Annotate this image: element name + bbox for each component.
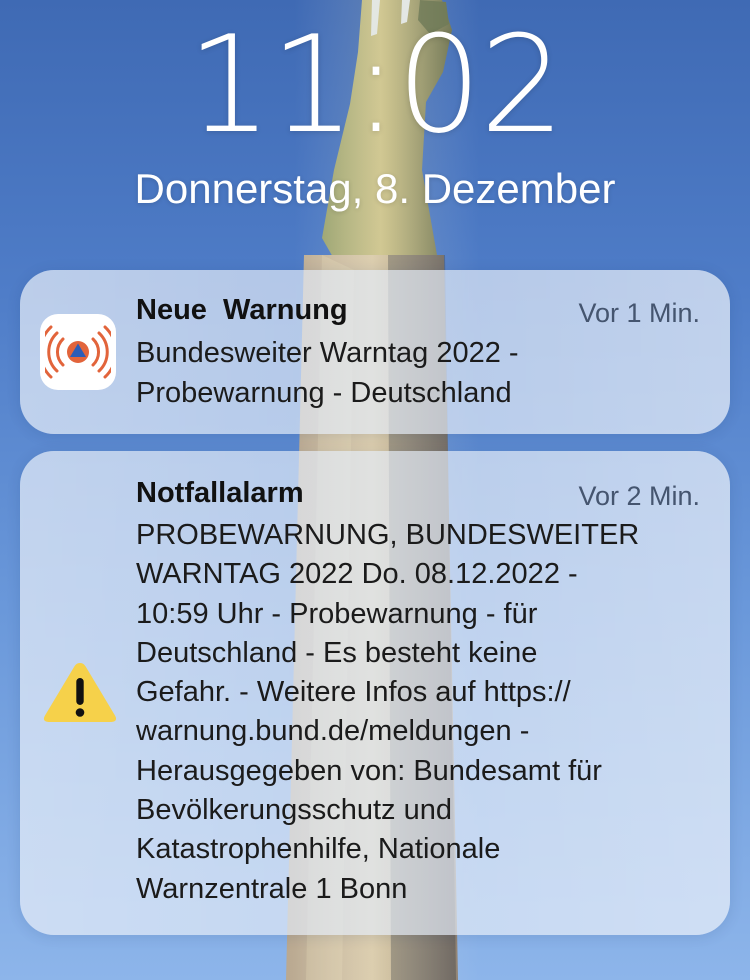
nina-warning-app-icon — [40, 314, 116, 390]
lock-screen-date: Donnerstag, 8. Dezember — [134, 165, 616, 212]
lock-screen-time: 11:02 — [186, 7, 565, 163]
notification-title: Notfallalarm — [136, 477, 304, 509]
notification-notfallalarm[interactable]: Notfallalarm Vor 2 Min. PROBEWARNUNG, BU… — [20, 451, 730, 935]
notification-neue-warnung[interactable]: Neue Warnung Vor 1 Min. Bundesweiter War… — [20, 270, 730, 434]
notification-title: Neue Warnung — [136, 294, 348, 326]
warning-triangle-icon — [42, 660, 118, 722]
notification-body: Bundesweiter Warntag 2022 - Probewarnung… — [136, 337, 519, 409]
notification-time: Vor 1 Min. — [578, 298, 700, 328]
notification-time: Vor 2 Min. — [578, 481, 700, 511]
notification-body: PROBEWARNUNG, BUNDESWEITER WARNTAG 2022 … — [136, 519, 640, 905]
